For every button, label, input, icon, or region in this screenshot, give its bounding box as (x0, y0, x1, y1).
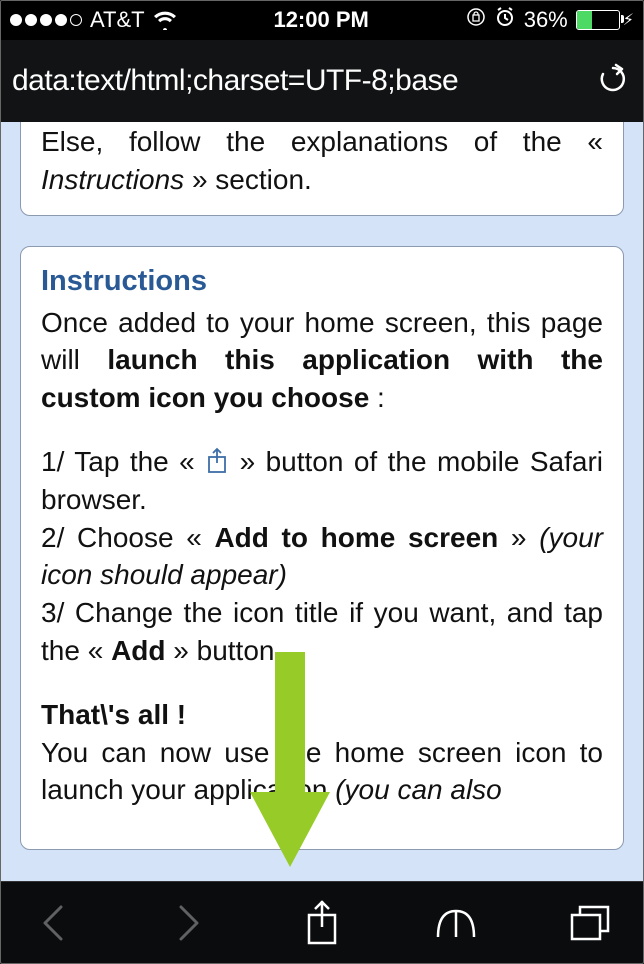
share-icon (205, 447, 229, 475)
back-button[interactable] (24, 901, 84, 945)
tabs-button[interactable] (560, 903, 620, 943)
instructions-step-3: 3/ Change the icon title if you want, an… (41, 594, 603, 670)
clock-label: 12:00 PM (273, 7, 368, 33)
url-field[interactable]: data:text/html;charset=UTF-8;base (12, 64, 578, 98)
alarm-icon (494, 6, 516, 34)
bookmarks-button[interactable] (426, 903, 486, 943)
signal-strength-icon (10, 14, 82, 26)
instructions-step-1: 1/ Tap the « » button of the mobile Safa… (41, 443, 603, 519)
instructions-intro: Once added to your home screen, this pag… (41, 304, 603, 417)
share-button[interactable] (292, 899, 352, 947)
battery-icon: ⚡︎ (576, 10, 634, 30)
status-right: 36% ⚡︎ (466, 6, 634, 34)
carrier-label: AT&T (90, 7, 145, 33)
address-bar[interactable]: data:text/html;charset=UTF-8;base (0, 40, 644, 123)
instructions-conclusion: That\'s all ! You can now use the home s… (41, 696, 603, 809)
instructions-step-2: 2/ Choose « Add to home screen » (your i… (41, 519, 603, 595)
info-card-top: Else, follow the explanations of the « I… (20, 122, 624, 216)
wifi-icon (153, 10, 177, 30)
orientation-lock-icon (466, 7, 486, 33)
reload-button[interactable] (596, 62, 630, 101)
charging-icon: ⚡︎ (623, 10, 634, 30)
top-text: Else, follow the explanations of the « I… (41, 123, 603, 199)
instructions-card: Instructions Once added to your home scr… (20, 246, 624, 851)
battery-percent-label: 36% (524, 7, 568, 33)
instructions-heading: Instructions (41, 265, 603, 298)
status-left: AT&T (10, 7, 177, 33)
phone-frame: AT&T 12:00 PM 36% ⚡︎ data:text/html;char… (0, 0, 644, 964)
forward-button[interactable] (158, 901, 218, 945)
safari-toolbar (0, 881, 644, 964)
status-bar: AT&T 12:00 PM 36% ⚡︎ (0, 0, 644, 40)
web-content[interactable]: Else, follow the explanations of the « I… (0, 122, 644, 882)
